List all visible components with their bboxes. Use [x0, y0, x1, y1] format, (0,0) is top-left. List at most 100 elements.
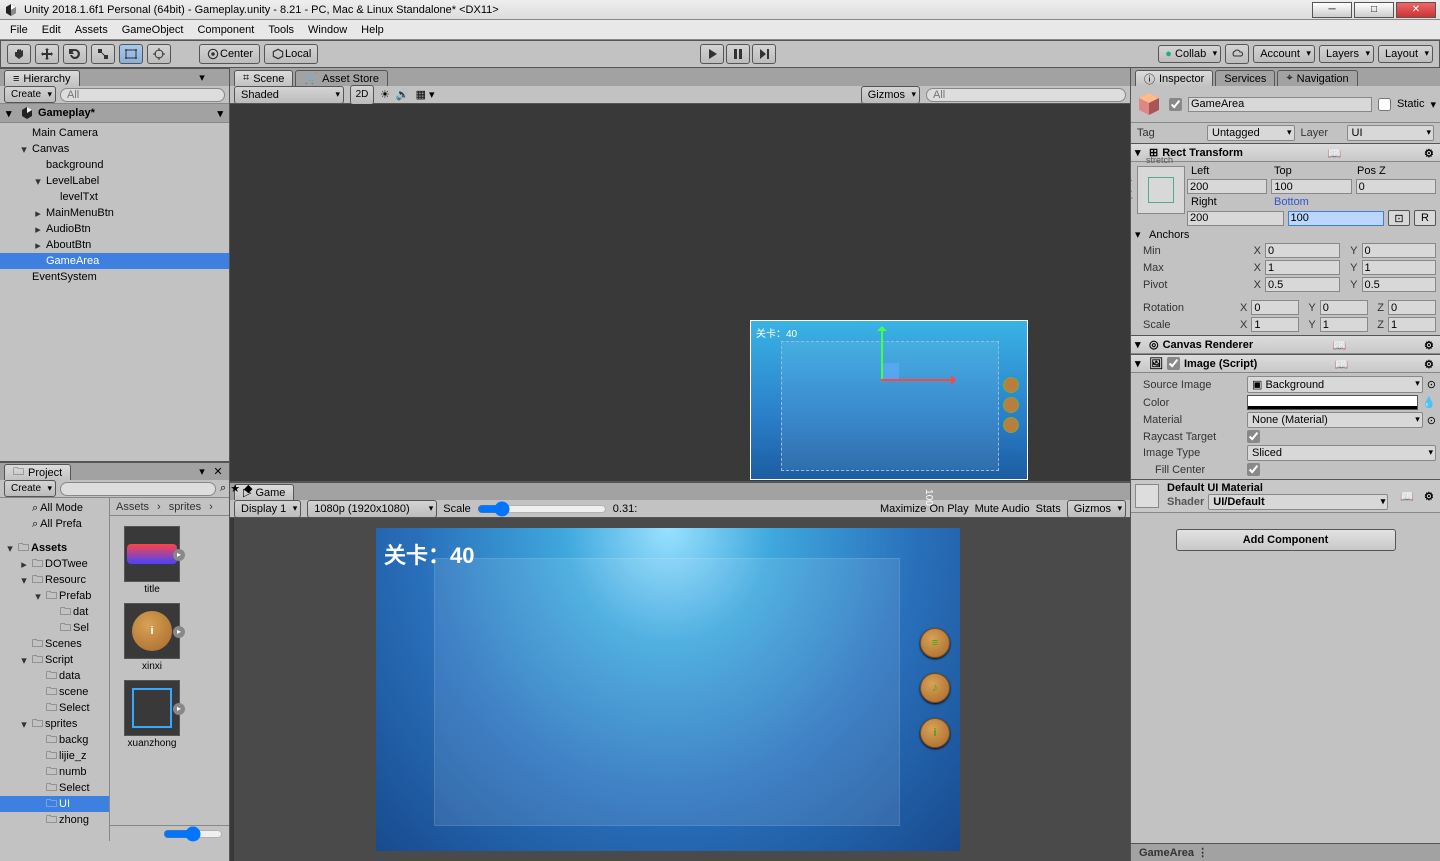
project-asset[interactable]: ▸title — [120, 526, 184, 595]
eyedropper-icon[interactable]: 💧 — [1422, 396, 1436, 410]
component-gear-icon[interactable]: ⚙ — [1424, 358, 1436, 370]
fav-filter-icon[interactable]: ★ — [230, 482, 240, 495]
move-tool[interactable] — [35, 44, 59, 64]
fold-icon[interactable]: ▾ — [1135, 228, 1145, 241]
resolution-dropdown[interactable]: 1080p (1920x1080) — [307, 500, 437, 518]
favorite-item[interactable]: ⌕All Mode — [0, 500, 109, 516]
rot-y[interactable] — [1320, 300, 1368, 315]
menu-gameobject[interactable]: GameObject — [122, 24, 184, 36]
shading-dropdown[interactable]: Shaded — [234, 86, 344, 104]
rotate-tool[interactable] — [63, 44, 87, 64]
menu-window[interactable]: Window — [308, 24, 347, 36]
panel-options-icon[interactable]: ▾ — [195, 464, 209, 478]
panel-close-icon[interactable]: ✕ — [211, 464, 225, 478]
cloud-button[interactable] — [1225, 44, 1249, 64]
scale-y[interactable] — [1320, 317, 1368, 332]
layer-dropdown[interactable]: UI — [1347, 125, 1435, 141]
project-tree-item[interactable]: 🗀Scenes — [0, 636, 109, 652]
bottom-field[interactable] — [1288, 211, 1385, 226]
game-gizmos-dropdown[interactable]: Gizmos — [1067, 500, 1126, 518]
rect-tool[interactable] — [119, 44, 143, 64]
account-dropdown[interactable]: Account — [1253, 45, 1315, 63]
layout-dropdown[interactable]: Layout — [1378, 45, 1433, 63]
pivot-y[interactable] — [1362, 277, 1437, 292]
pause-button[interactable] — [726, 44, 750, 64]
top-field[interactable] — [1271, 179, 1351, 194]
project-asset[interactable]: ▸xuanzhong — [120, 680, 184, 749]
project-tree-item[interactable]: 🗀Sel — [0, 620, 109, 636]
posz-field[interactable] — [1356, 179, 1436, 194]
play-button[interactable] — [700, 44, 724, 64]
inspector-tab[interactable]: ⓘInspector — [1135, 70, 1213, 86]
tag-dropdown[interactable]: Untagged — [1207, 125, 1295, 141]
favorite-item[interactable]: ⌕All Prefa — [0, 516, 109, 532]
menu-help[interactable]: Help — [361, 24, 384, 36]
object-picker-icon[interactable]: ⊙ — [1427, 414, 1436, 427]
game-menu-button[interactable]: ≡ — [920, 628, 950, 658]
game-audio-button[interactable]: ♪ — [920, 673, 950, 703]
2d-toggle[interactable]: 2D — [350, 85, 374, 105]
hierarchy-item[interactable]: levelTxt — [0, 189, 229, 205]
component-gear-icon[interactable]: ⚙ — [1424, 147, 1436, 159]
scene-tab[interactable]: ⌗Scene — [234, 70, 293, 86]
thumbnail-size-slider[interactable] — [163, 826, 223, 842]
pivot-center-toggle[interactable]: Center — [199, 44, 260, 64]
source-image-field[interactable]: ▣ Background — [1247, 376, 1423, 393]
left-field[interactable] — [1187, 179, 1267, 194]
collab-dropdown[interactable]: ● Collab — [1158, 45, 1221, 63]
transform-tool[interactable] — [147, 44, 171, 64]
fold-icon[interactable]: ▸ — [32, 207, 44, 220]
fx-icon[interactable]: ▦ ▾ — [416, 88, 435, 101]
type-filter-icon[interactable]: ◆ — [244, 482, 252, 495]
scale-x[interactable] — [1251, 317, 1299, 332]
menu-edit[interactable]: Edit — [42, 24, 61, 36]
image-enabled-checkbox[interactable] — [1167, 357, 1180, 370]
object-picker-icon[interactable]: ⊙ — [1427, 378, 1436, 391]
rot-z[interactable] — [1388, 300, 1436, 315]
hierarchy-item[interactable]: ▾LevelLabel — [0, 173, 229, 189]
project-asset[interactable]: i▸xinxi — [120, 603, 184, 672]
hierarchy-item[interactable]: ▾Canvas — [0, 141, 229, 157]
color-field[interactable] — [1247, 395, 1418, 410]
anchor-max-x[interactable] — [1265, 260, 1340, 275]
scene-row[interactable]: ▾ Gameplay* ▾ — [0, 104, 229, 123]
hierarchy-item[interactable]: background — [0, 157, 229, 173]
game-about-button[interactable]: i — [920, 718, 950, 748]
menu-assets[interactable]: Assets — [75, 24, 108, 36]
scene-view[interactable]: 关卡：40 100 — [230, 104, 1130, 481]
stats-toggle[interactable]: Stats — [1036, 503, 1061, 515]
project-tree-item[interactable]: 🗀zhong — [0, 812, 109, 828]
fold-icon[interactable]: ▸ — [32, 239, 44, 252]
project-search[interactable] — [60, 482, 216, 496]
material-field[interactable]: None (Material) — [1247, 412, 1423, 428]
hierarchy-item[interactable]: EventSystem — [0, 269, 229, 285]
fold-icon[interactable]: ▾ — [6, 107, 16, 120]
selected-rect[interactable] — [750, 320, 1028, 480]
hierarchy-item[interactable]: Main Camera — [0, 125, 229, 141]
raycast-checkbox[interactable] — [1247, 430, 1260, 443]
scale-tool[interactable] — [91, 44, 115, 64]
panel-options-icon[interactable]: ▾ — [195, 70, 209, 84]
hierarchy-tree[interactable]: Main Camera▾Canvasbackground▾LevelLabell… — [0, 123, 229, 461]
project-tree-item[interactable]: ▾🗀Assets — [0, 540, 109, 556]
scale-z[interactable] — [1388, 317, 1436, 332]
anchor-preset-button[interactable]: stretch stretch — [1137, 166, 1185, 214]
fold-icon[interactable]: ▾ — [1135, 146, 1145, 159]
anchor-max-y[interactable] — [1362, 260, 1437, 275]
component-gear-icon[interactable]: ⚙ — [1424, 339, 1436, 351]
gameobject-name-field[interactable] — [1188, 97, 1372, 112]
display-dropdown[interactable]: Display 1 — [234, 500, 301, 518]
gameobject-active-checkbox[interactable] — [1169, 98, 1182, 111]
project-tree-item[interactable]: 🗀Select — [0, 700, 109, 716]
hierarchy-item[interactable]: ▸AudioBtn — [0, 221, 229, 237]
add-component-button[interactable]: Add Component — [1176, 529, 1396, 551]
gizmos-dropdown[interactable]: Gizmos — [861, 86, 920, 104]
blueprint-mode-button[interactable]: ⊡ — [1388, 210, 1410, 226]
scene-search[interactable] — [926, 88, 1126, 102]
breadcrumb-sprites[interactable]: sprites — [169, 501, 201, 513]
hierarchy-create-dropdown[interactable]: Create — [4, 86, 56, 103]
menu-component[interactable]: Component — [197, 24, 254, 36]
audio-icon[interactable]: 🔊 — [396, 88, 410, 101]
anchor-min-y[interactable] — [1362, 243, 1437, 258]
menu-tools[interactable]: Tools — [268, 24, 294, 36]
